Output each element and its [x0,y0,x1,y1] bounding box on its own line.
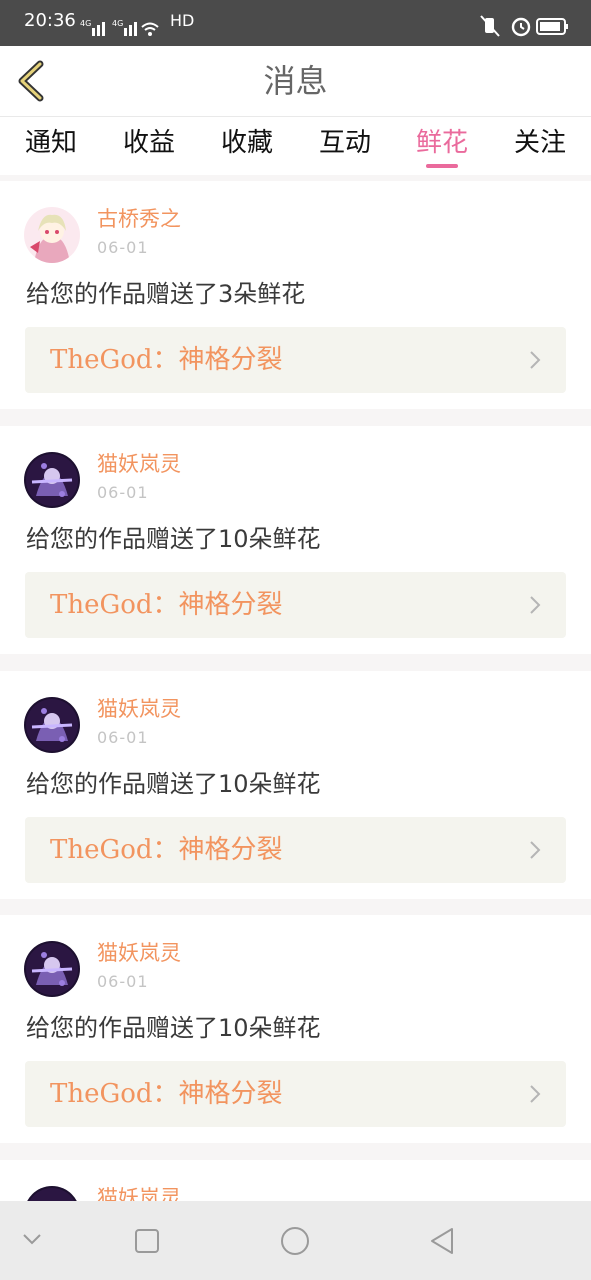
tab-notifications[interactable]: 通知 [2,123,100,163]
message-text: 给您的作品赠送了10朵鲜花 [26,1014,321,1042]
system-nav-bar [0,1201,591,1280]
message-card: 猫妖岚灵 06-01 给您的作品赠送了10朵鲜花 TheGod：神格分裂 [0,915,591,1143]
svg-text:4G: 4G [80,19,91,28]
username[interactable]: 古桥秀之 [97,205,181,233]
avatar[interactable] [24,941,80,997]
nav-square-icon[interactable] [134,1228,160,1254]
tab-following[interactable]: 关注 [491,123,589,163]
tab-bar: 通知 收益 收藏 互动 鲜花 关注 [0,117,591,175]
battery-icon [536,18,568,35]
signal-icon: 4G 4G [80,19,159,36]
avatar[interactable] [24,452,80,508]
message-card: 猫妖岚灵 06-01 给您的作品赠送了10朵鲜花 TheGod：神格分裂 [0,671,591,899]
message-date: 06-01 [97,483,149,502]
work-link[interactable]: TheGod：神格分裂 [25,1061,566,1127]
page-title: 消息 [263,62,328,100]
tab-earnings[interactable]: 收益 [100,123,198,163]
tab-flowers[interactable]: 鲜花 [393,123,491,163]
status-bar: 20:36 4G 4G HD [0,0,591,46]
nav-circle-icon[interactable] [280,1226,310,1256]
message-text: 给您的作品赠送了3朵鲜花 [26,280,306,308]
chevron-right-icon [530,1085,541,1103]
message-card: 猫妖岚灵 [0,1160,591,1201]
message-date: 06-01 [97,238,149,257]
work-link[interactable]: TheGod：神格分裂 [25,327,566,393]
work-title: TheGod：神格分裂 [50,835,283,865]
back-arrow-icon[interactable] [12,60,52,102]
header: 消息 [0,46,591,116]
vibrate-icon [480,15,500,37]
username[interactable]: 猫妖岚灵 [97,1184,181,1201]
nav-down-icon[interactable] [22,1232,42,1246]
avatar[interactable] [24,697,80,753]
work-title: TheGod：神格分裂 [50,345,283,375]
chevron-right-icon [530,351,541,369]
alarm-icon [511,17,531,37]
chevron-right-icon [530,841,541,859]
system-status-icons [480,15,568,37]
hd-indicator: HD [170,11,195,30]
message-date: 06-01 [97,728,149,747]
avatar[interactable] [24,207,80,263]
work-title: TheGod：神格分裂 [50,1079,283,1109]
message-card: 古桥秀之 06-01 给您的作品赠送了3朵鲜花 TheGod：神格分裂 [0,181,591,409]
svg-text:4G: 4G [112,19,123,28]
message-date: 06-01 [97,972,149,991]
avatar[interactable] [24,1186,80,1201]
work-title: TheGod：神格分裂 [50,590,283,620]
username[interactable]: 猫妖岚灵 [97,695,181,723]
active-tab-indicator [426,164,458,168]
status-time: 20:36 [24,10,76,31]
message-card: 猫妖岚灵 06-01 给您的作品赠送了10朵鲜花 TheGod：神格分裂 [0,426,591,654]
chevron-right-icon [530,596,541,614]
work-link[interactable]: TheGod：神格分裂 [25,572,566,638]
message-text: 给您的作品赠送了10朵鲜花 [26,525,321,553]
username[interactable]: 猫妖岚灵 [97,939,181,967]
tab-favorites[interactable]: 收藏 [198,123,296,163]
work-link[interactable]: TheGod：神格分裂 [25,817,566,883]
username[interactable]: 猫妖岚灵 [97,450,181,478]
tab-interactions[interactable]: 互动 [296,123,394,163]
nav-back-triangle-icon[interactable] [428,1226,456,1256]
message-text: 给您的作品赠送了10朵鲜花 [26,770,321,798]
